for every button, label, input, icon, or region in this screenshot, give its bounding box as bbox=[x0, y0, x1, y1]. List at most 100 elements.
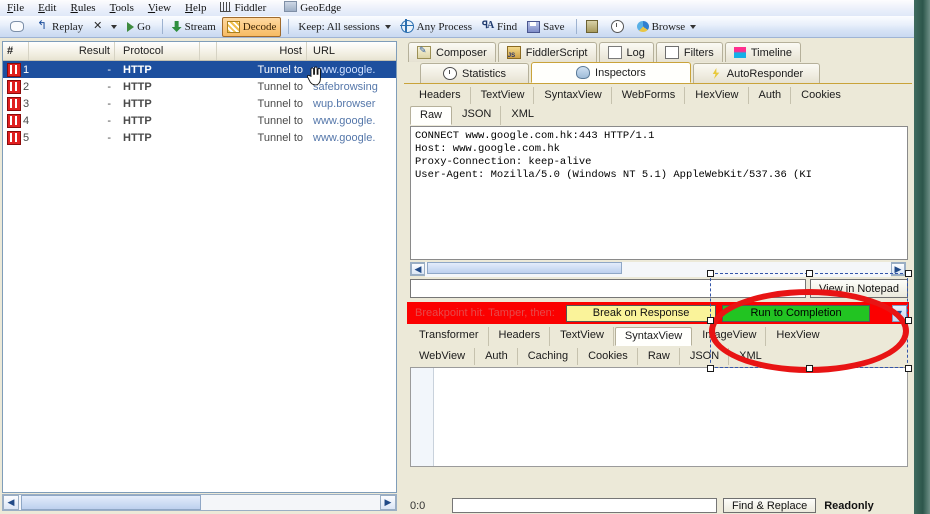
column-header-result[interactable]: Result bbox=[29, 42, 115, 60]
table-row[interactable]: 1 - HTTP Tunnel to www.google. bbox=[3, 61, 396, 78]
column-header-protocol[interactable]: Protocol bbox=[115, 42, 200, 60]
scroll-left-icon[interactable]: ◀ bbox=[411, 263, 425, 275]
any-process-button[interactable]: Any Process bbox=[397, 18, 476, 36]
fiddler-icon bbox=[220, 1, 232, 12]
row-url: www.google. bbox=[313, 63, 376, 76]
tab-filters[interactable]: Filters bbox=[655, 42, 723, 62]
find-replace-input[interactable] bbox=[452, 498, 717, 513]
timer-icon bbox=[610, 20, 624, 33]
scroll-thumb[interactable] bbox=[21, 495, 201, 510]
sessions-list[interactable]: # Result Protocol Host URL 1 - HTTP Tunn… bbox=[2, 41, 397, 493]
tab-composer-label: Composer bbox=[436, 46, 487, 59]
menu-item-file[interactable]: FFileile bbox=[0, 1, 31, 16]
resize-handle-ne[interactable] bbox=[905, 270, 912, 277]
column-header-num[interactable]: # bbox=[3, 42, 29, 60]
tab-response-raw[interactable]: Raw bbox=[639, 348, 680, 365]
scroll-left-icon[interactable]: ◀ bbox=[3, 495, 19, 510]
tab-response-auth[interactable]: Auth bbox=[476, 348, 518, 365]
tab-request-xml[interactable]: XML bbox=[502, 106, 543, 125]
sessions-horizontal-scrollbar[interactable]: ◀ ▶ bbox=[2, 494, 397, 511]
fiddler-window: FFileile Edit Rules Tools View Help Fidd… bbox=[0, 0, 914, 514]
decode-button[interactable]: Decode bbox=[221, 16, 282, 37]
tab-request-raw[interactable]: Raw bbox=[410, 106, 453, 125]
table-row[interactable]: 2 - HTTP Tunnel to safebrowsing bbox=[3, 78, 396, 95]
response-body-editor[interactable] bbox=[410, 367, 908, 467]
tab-request-webforms[interactable]: WebForms bbox=[613, 87, 686, 104]
tab-response-caching[interactable]: Caching bbox=[519, 348, 579, 365]
tab-timeline-label: Timeline bbox=[750, 46, 792, 59]
keep-sessions-dropdown[interactable]: Keep: All sessions bbox=[294, 18, 394, 36]
resize-handle-sw[interactable] bbox=[707, 365, 714, 372]
browse-button[interactable]: Browse bbox=[633, 18, 701, 36]
raw-request-view[interactable]: CONNECT www.google.com.hk:443 HTTP/1.1 H… bbox=[410, 126, 908, 260]
menu-item-help[interactable]: Help bbox=[178, 1, 213, 16]
menu-item-geoedge[interactable]: GeoEdge bbox=[277, 0, 348, 16]
column-header-url[interactable]: URL bbox=[307, 42, 396, 60]
tab-response-syntaxview[interactable]: SyntaxView bbox=[614, 327, 693, 346]
tab-inspectors-label: Inspectors bbox=[595, 66, 646, 79]
tab-filters-label: Filters bbox=[683, 46, 714, 59]
resize-handle-s[interactable] bbox=[806, 365, 813, 372]
break-on-response-button[interactable]: Break on Response bbox=[566, 304, 717, 322]
resize-handle-nw[interactable] bbox=[707, 270, 714, 277]
tab-request-cookies[interactable]: Cookies bbox=[792, 87, 850, 104]
comment-button[interactable] bbox=[6, 18, 31, 36]
tab-statistics[interactable]: Statistics bbox=[420, 63, 530, 83]
toolbar-separator-2 bbox=[288, 19, 290, 34]
tab-response-textview[interactable]: TextView bbox=[551, 327, 614, 346]
go-button[interactable]: Go bbox=[123, 18, 154, 36]
scroll-thumb[interactable] bbox=[427, 261, 622, 274]
tab-autoresponder[interactable]: AutoResponder bbox=[692, 63, 821, 83]
annotation-selection-box[interactable] bbox=[710, 273, 908, 368]
tab-response-headers[interactable]: Headers bbox=[490, 327, 551, 346]
toolbar-separator-1 bbox=[161, 19, 163, 34]
tab-request-auth[interactable]: Auth bbox=[750, 87, 792, 104]
replay-button[interactable]: Replay bbox=[33, 18, 87, 36]
tab-request-json[interactable]: JSON bbox=[453, 106, 502, 125]
resize-handle-e[interactable] bbox=[905, 317, 912, 324]
menu-item-edit[interactable]: Edit bbox=[31, 1, 63, 16]
stream-button[interactable]: Stream bbox=[168, 18, 220, 36]
log-icon bbox=[607, 46, 622, 59]
tab-request-textview[interactable]: TextView bbox=[472, 87, 535, 104]
tab-statistics-label: Statistics bbox=[462, 67, 507, 80]
menu-item-tools[interactable]: Tools bbox=[103, 1, 141, 16]
tab-request-headers[interactable]: Headers bbox=[410, 87, 471, 104]
tab-request-syntaxview[interactable]: SyntaxView bbox=[535, 87, 612, 104]
main-toolbar: Replay Go Stream Decode Keep: All sessio… bbox=[0, 16, 914, 38]
tab-response-cookies[interactable]: Cookies bbox=[579, 348, 638, 365]
resize-handle-n[interactable] bbox=[806, 270, 813, 277]
tab-inspectors[interactable]: Inspectors bbox=[531, 62, 691, 83]
clipboard-icon bbox=[585, 20, 598, 33]
table-row[interactable]: 5 - HTTP Tunnel to www.google. bbox=[3, 129, 396, 146]
tab-timeline[interactable]: Timeline bbox=[724, 42, 801, 62]
desktop-background-strip bbox=[914, 0, 930, 514]
scroll-right-icon[interactable]: ▶ bbox=[380, 495, 396, 510]
go-label: Go bbox=[137, 20, 151, 33]
menu-item-fiddler[interactable]: Fiddler bbox=[213, 1, 273, 16]
timer-button[interactable] bbox=[607, 18, 631, 36]
column-header-host[interactable]: Host bbox=[217, 42, 307, 60]
resize-handle-se[interactable] bbox=[905, 365, 912, 372]
scroll-track[interactable] bbox=[19, 495, 380, 510]
save-button[interactable]: Save bbox=[523, 18, 568, 36]
clipboard-button[interactable] bbox=[582, 18, 605, 36]
find-replace-button[interactable]: Find & Replace bbox=[723, 498, 817, 513]
remove-button[interactable] bbox=[89, 18, 121, 36]
table-row[interactable]: 4 - HTTP Tunnel to www.google. bbox=[3, 112, 396, 129]
tab-request-hexview[interactable]: HexView bbox=[686, 87, 749, 104]
close-icon bbox=[93, 19, 104, 32]
row-url: wup.browser bbox=[313, 97, 376, 110]
find-button[interactable]: Find bbox=[478, 18, 521, 36]
tab-response-transformer[interactable]: Transformer bbox=[410, 327, 489, 346]
breakpoint-message: Breakpoint hit. Tamper, then: bbox=[415, 307, 555, 319]
menu-item-rules[interactable]: Rules bbox=[63, 1, 102, 16]
tab-fiddlerscript[interactable]: FiddlerScript bbox=[497, 42, 597, 62]
tab-log[interactable]: Log bbox=[598, 42, 654, 62]
tab-response-webview[interactable]: WebView bbox=[410, 348, 476, 365]
resize-handle-w[interactable] bbox=[707, 317, 714, 324]
breakpoint-icon bbox=[7, 62, 21, 77]
tab-composer[interactable]: Composer bbox=[408, 42, 496, 62]
menu-item-view[interactable]: View bbox=[141, 1, 178, 16]
table-row[interactable]: 3 - HTTP Tunnel to wup.browser bbox=[3, 95, 396, 112]
